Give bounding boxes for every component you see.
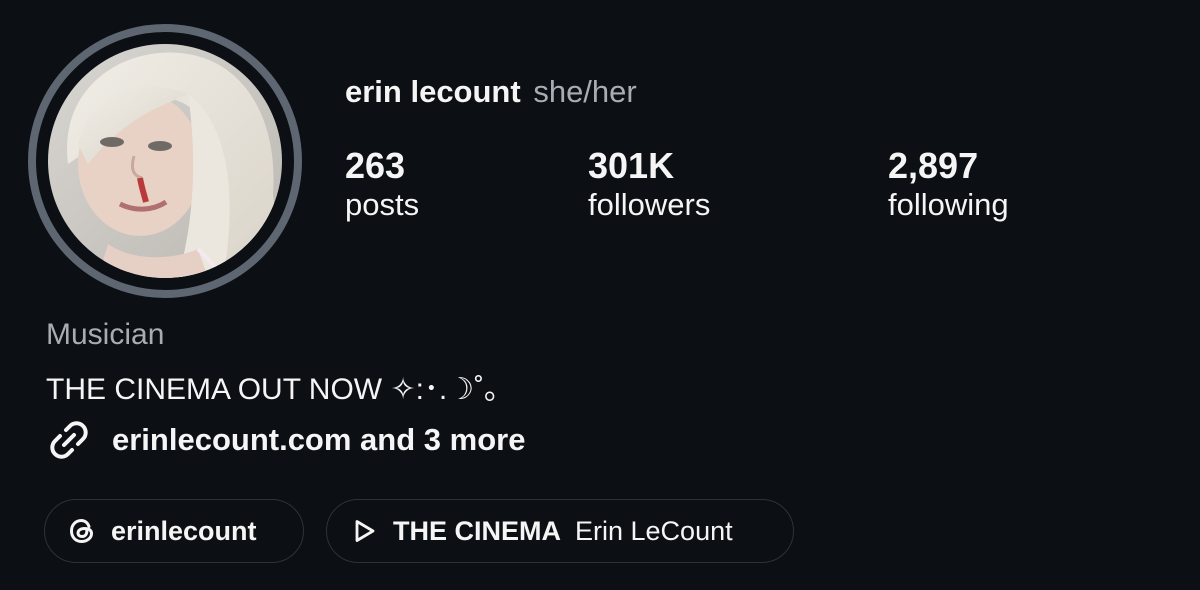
avatar-ring[interactable] [28, 24, 302, 298]
stat-following-label: following [888, 187, 1009, 222]
threads-icon [67, 516, 97, 546]
profile-link[interactable]: erinlecount.com and 3 more [46, 418, 525, 462]
stat-posts-label: posts [345, 187, 420, 222]
music-chip[interactable]: THE CINEMA Erin LeCount [326, 499, 794, 563]
music-title: THE CINEMA [393, 515, 561, 546]
profile-category: Musician [46, 318, 165, 351]
stat-followers-label: followers [588, 187, 711, 222]
profile-name: erin lecount [345, 74, 521, 109]
profile-link-text[interactable]: erinlecount.com and 3 more [112, 422, 525, 458]
avatar[interactable] [48, 44, 282, 278]
bio-text: THE CINEMA OUT NOW ✧:･.☽˚｡ [46, 373, 500, 406]
stat-followers-value: 301K [588, 145, 675, 186]
pronouns: she/her [533, 74, 637, 109]
profile-header: erin lecount she/her [345, 74, 637, 110]
play-icon [349, 516, 379, 546]
profile-photo [48, 44, 282, 278]
stat-following[interactable]: 2,897 following [888, 145, 1009, 223]
stat-posts-value: 263 [345, 145, 406, 186]
stat-followers[interactable]: 301K followers [588, 145, 710, 223]
stat-posts[interactable]: 263 posts [345, 145, 419, 223]
stat-following-value: 2,897 [888, 145, 979, 186]
threads-username: erinlecount [111, 515, 257, 546]
link-icon [46, 417, 92, 463]
threads-chip[interactable]: erinlecount [44, 499, 304, 563]
music-artist: Erin LeCount [575, 515, 733, 546]
